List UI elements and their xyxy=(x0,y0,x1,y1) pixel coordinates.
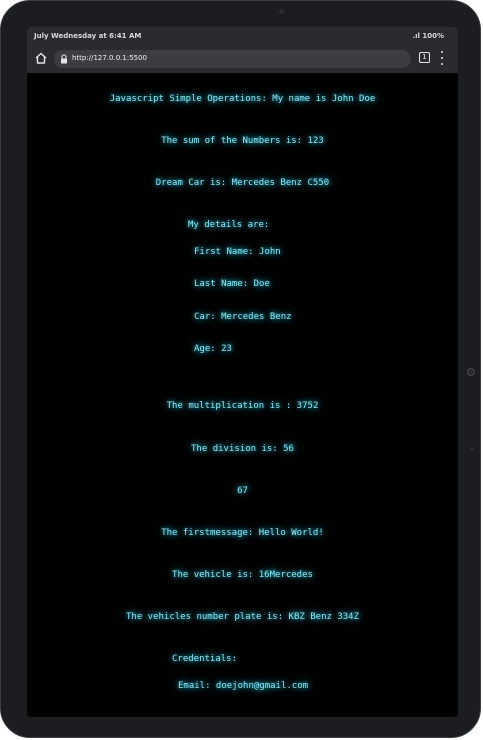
front-camera xyxy=(279,9,284,14)
more-menu-icon[interactable] xyxy=(440,51,444,65)
credentials-label: Credentials: xyxy=(172,654,238,664)
address-bar[interactable]: http://127.0.0.1:5500 xyxy=(54,50,411,68)
tablet-frame: July Wednesday at 6:41 AM .ıl 100% http:… xyxy=(0,0,481,738)
signal-icon: .ıl xyxy=(412,32,423,40)
side-dot xyxy=(470,447,474,451)
car-line: Car: Mercedes Benz xyxy=(194,312,292,322)
vehicle-line: The vehicle is: 16Mercedes xyxy=(172,570,313,580)
status-battery: .ıl 100% xyxy=(412,32,444,40)
multiplication-line: The multiplication is : 3752 xyxy=(166,401,319,411)
details-label: My details are: xyxy=(188,220,270,230)
browser-toolbar: http://127.0.0.1:5500 1 xyxy=(27,45,458,74)
number-line: 67 xyxy=(237,486,248,496)
firstmessage-line: The firstmessage: Hello World! xyxy=(161,528,324,538)
page-content: Javascript Simple Operations: My name is… xyxy=(27,73,458,717)
email-line: Email: doejohn@gmail.com xyxy=(178,681,309,691)
dream-car-line: Dream Car is: Mercedes Benz C550 xyxy=(155,178,330,188)
side-sensor xyxy=(467,368,475,376)
plate-line: The vehicles number plate is: KBZ Benz 3… xyxy=(126,612,359,622)
first-name-line: First Name: John xyxy=(194,247,281,257)
lock-icon xyxy=(61,54,67,64)
url-text: http://127.0.0.1:5500 xyxy=(72,54,148,62)
age-line: Age: 23 xyxy=(194,344,232,354)
home-icon[interactable] xyxy=(34,51,48,65)
status-time: July Wednesday at 6:41 AM xyxy=(34,32,142,40)
status-bar: July Wednesday at 6:41 AM .ıl 100% xyxy=(27,27,458,45)
page-heading: Javascript Simple Operations: My name is… xyxy=(109,94,376,104)
screen: July Wednesday at 6:41 AM .ıl 100% http:… xyxy=(27,27,458,717)
sum-line: The sum of the Numbers is: 123 xyxy=(161,136,324,146)
battery-level: 100% xyxy=(422,32,444,40)
last-name-line: Last Name: Doe xyxy=(194,279,270,289)
tab-switcher-button[interactable]: 1 xyxy=(419,52,430,63)
division-line: The division is: 56 xyxy=(191,444,294,454)
